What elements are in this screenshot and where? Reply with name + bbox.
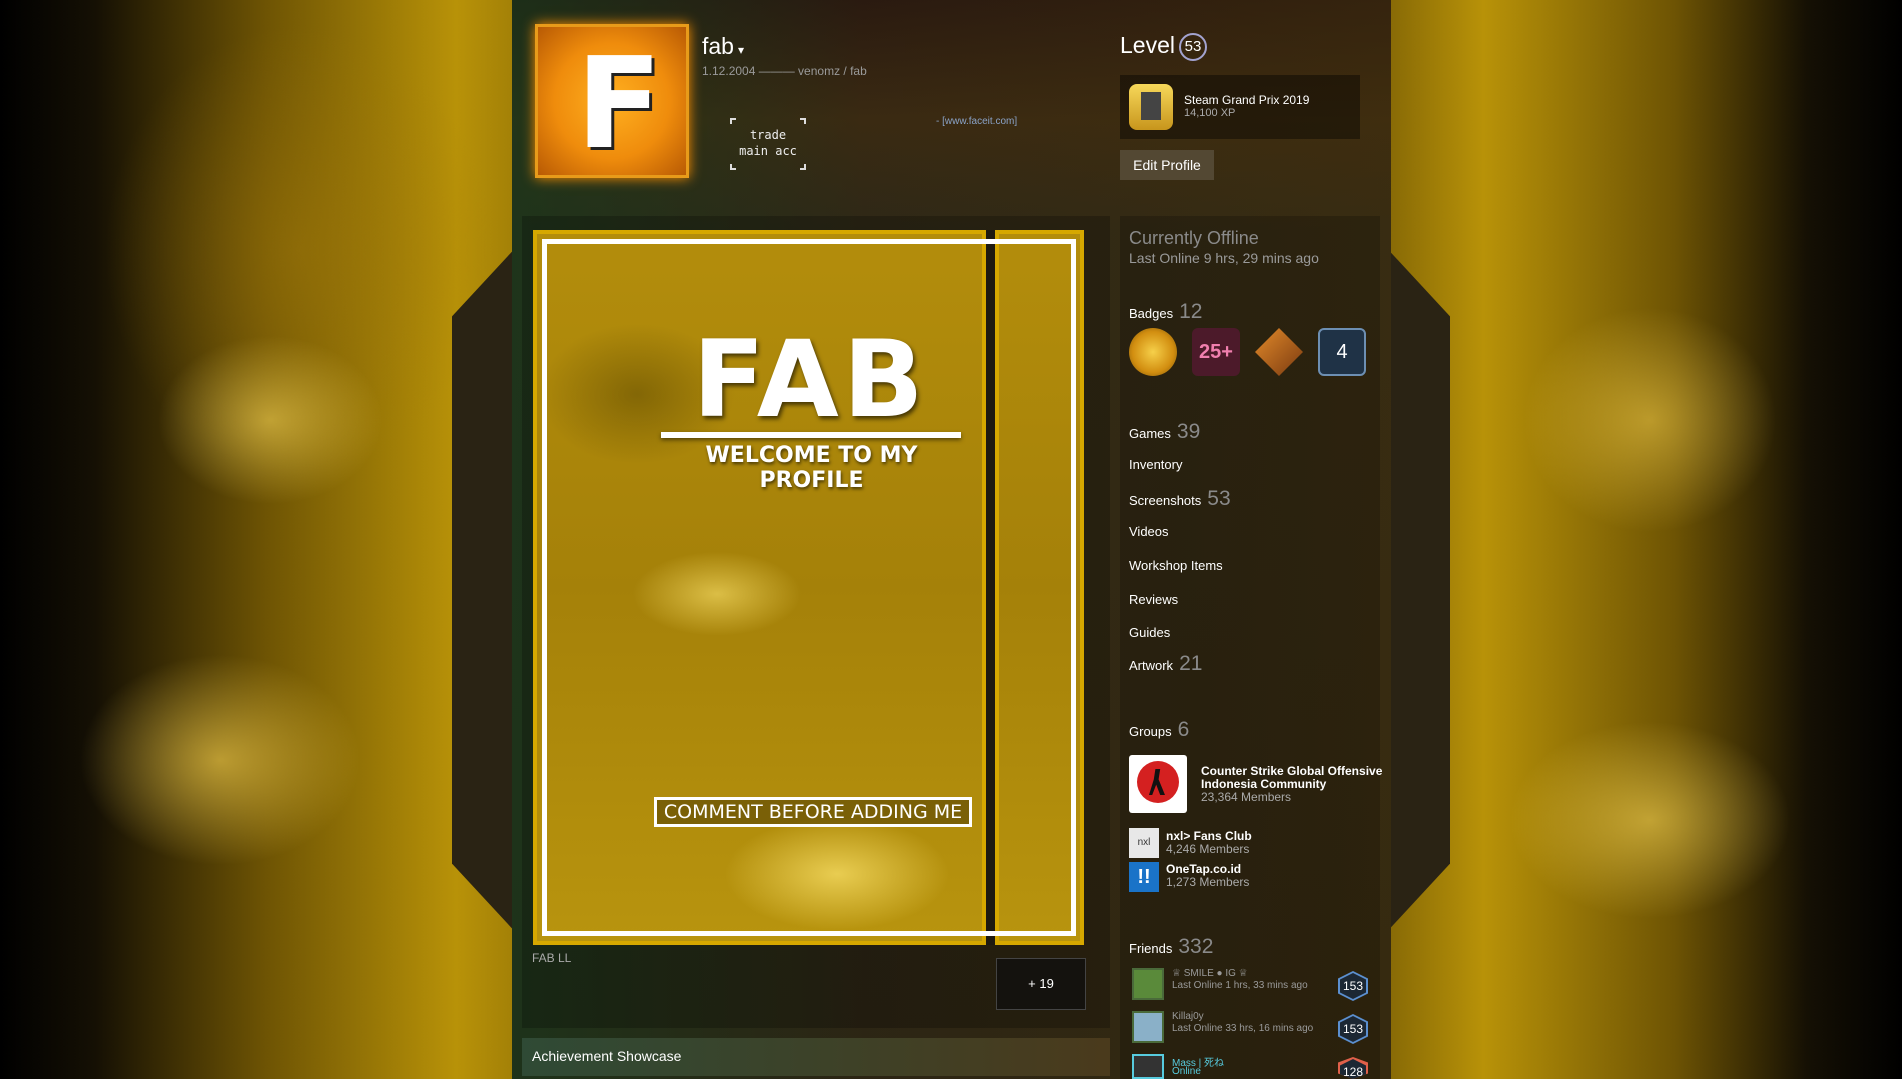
groups-count: 6	[1177, 718, 1190, 741]
stat-label: Screenshots	[1129, 493, 1202, 508]
friend-name[interactable]: Killaj0y	[1172, 1011, 1204, 1022]
edit-profile-button[interactable]: Edit Profile	[1120, 150, 1214, 180]
artwork-subtitle: WELCOME TO MY PROFILE	[705, 443, 918, 493]
featured-badge-xp: 14,100 XP	[1184, 107, 1236, 119]
stat-count: 39	[1176, 420, 1201, 443]
summary-line: trade	[749, 128, 787, 142]
bracket-corner	[800, 164, 806, 170]
stat-label: Workshop Items	[1129, 558, 1223, 573]
persona-name-text: fab	[702, 33, 734, 59]
persona-name[interactable]: fab ▾	[702, 33, 744, 60]
stat-label: Reviews	[1129, 592, 1179, 607]
stat-label: Videos	[1129, 524, 1169, 539]
group-members: 4,246 Members	[1166, 842, 1250, 856]
friend-name[interactable]: ♕ SMILE ● IG ♕	[1172, 968, 1248, 979]
badges-link[interactable]: Badges 12	[1129, 300, 1202, 324]
artwork-underline	[661, 432, 961, 438]
badges-label: Badges	[1129, 306, 1174, 321]
friends-count: 332	[1178, 935, 1214, 958]
stat-guides[interactable]: Guides	[1129, 625, 1170, 640]
csgo-group-icon[interactable]	[1129, 755, 1187, 813]
level-badge-icon[interactable]: 4	[1318, 328, 1366, 376]
achievement-showcase-header: Achievement Showcase	[522, 1038, 1110, 1076]
level-display: Level 53	[1120, 32, 1207, 61]
stat-reviews[interactable]: Reviews	[1129, 592, 1178, 607]
groups-link[interactable]: Groups 6	[1129, 718, 1189, 742]
stat-count: 21	[1179, 652, 1203, 675]
friends-link[interactable]: Friends 332	[1129, 935, 1213, 959]
featured-badge[interactable]: Steam Grand Prix 2019 14,100 XP	[1120, 75, 1360, 139]
stat-label: Artwork	[1129, 658, 1174, 673]
grand-prix-badge-icon	[1129, 84, 1173, 130]
friend-status: Online	[1172, 1066, 1201, 1077]
stat-label: Games	[1129, 426, 1171, 441]
stat-count: 53	[1207, 487, 1231, 510]
group-name[interactable]: Indonesia Community	[1201, 777, 1326, 791]
artwork-comment-banner: COMMENT BEFORE ADDING ME	[654, 797, 972, 827]
level-label: Level	[1120, 32, 1175, 58]
friend-avatar[interactable]	[1132, 1011, 1164, 1043]
stat-inventory[interactable]: Inventory	[1129, 457, 1182, 472]
artwork-caption: FAB LL	[532, 951, 572, 965]
stat-videos[interactable]: Videos	[1129, 524, 1169, 539]
bracket-corner	[730, 164, 736, 170]
stat-label: Inventory	[1129, 457, 1183, 472]
nxl-group-icon[interactable]: nxl	[1129, 828, 1159, 858]
group-name[interactable]: OneTap.co.id	[1166, 862, 1241, 876]
years-badge-icon[interactable]: 25+	[1192, 328, 1240, 376]
friend-avatar[interactable]	[1132, 1054, 1164, 1079]
coin-badge-icon[interactable]	[1129, 328, 1177, 376]
group-members: 23,364 Members	[1201, 790, 1292, 804]
friend-status: Last Online 1 hrs, 33 mins ago	[1172, 980, 1308, 991]
stat-label: Guides	[1129, 625, 1171, 640]
friend-level: 153	[1340, 1016, 1366, 1042]
stat-artwork[interactable]: Artwork 21	[1129, 652, 1202, 676]
group-members: 1,273 Members	[1166, 875, 1250, 889]
groups-label: Groups	[1129, 724, 1172, 739]
profile-summary: trade main acc	[728, 118, 808, 170]
group-name[interactable]: Counter Strike Global Offensive	[1201, 764, 1382, 778]
profile-subtitle: 1.12.2004 ——— venomz / fab	[702, 64, 867, 78]
last-online: Last Online 9 hrs, 29 mins ago	[1129, 250, 1319, 266]
avatar[interactable]: F	[535, 24, 689, 178]
stat-screenshots[interactable]: Screenshots 53	[1129, 487, 1231, 511]
stat-games[interactable]: Games 39	[1129, 420, 1200, 444]
featured-badge-name: Steam Grand Prix 2019	[1184, 93, 1310, 107]
friends-label: Friends	[1129, 941, 1173, 956]
avatar-letter: F	[576, 30, 663, 177]
online-status: Currently Offline	[1129, 228, 1259, 248]
more-artwork-button[interactable]: + 19	[996, 958, 1086, 1010]
bracket-corner	[730, 118, 736, 124]
onetap-group-icon[interactable]: !!	[1129, 862, 1159, 892]
faceit-link[interactable]: - [www.faceit.com]	[936, 116, 1017, 127]
summary-line: main acc	[739, 144, 797, 158]
group-name[interactable]: nxl> Fans Club	[1166, 829, 1252, 843]
bracket-corner	[800, 118, 806, 124]
chevron-down-icon[interactable]: ▾	[738, 43, 744, 57]
stat-workshop[interactable]: Workshop Items	[1129, 558, 1223, 573]
friend-avatar[interactable]	[1132, 968, 1164, 1000]
level-badge[interactable]: 53	[1178, 32, 1207, 61]
friend-level: 153	[1340, 973, 1366, 999]
badges-count: 12	[1179, 300, 1203, 323]
friend-status: Last Online 33 hrs, 16 mins ago	[1172, 1023, 1314, 1034]
artwork-title: FAB	[692, 318, 928, 441]
